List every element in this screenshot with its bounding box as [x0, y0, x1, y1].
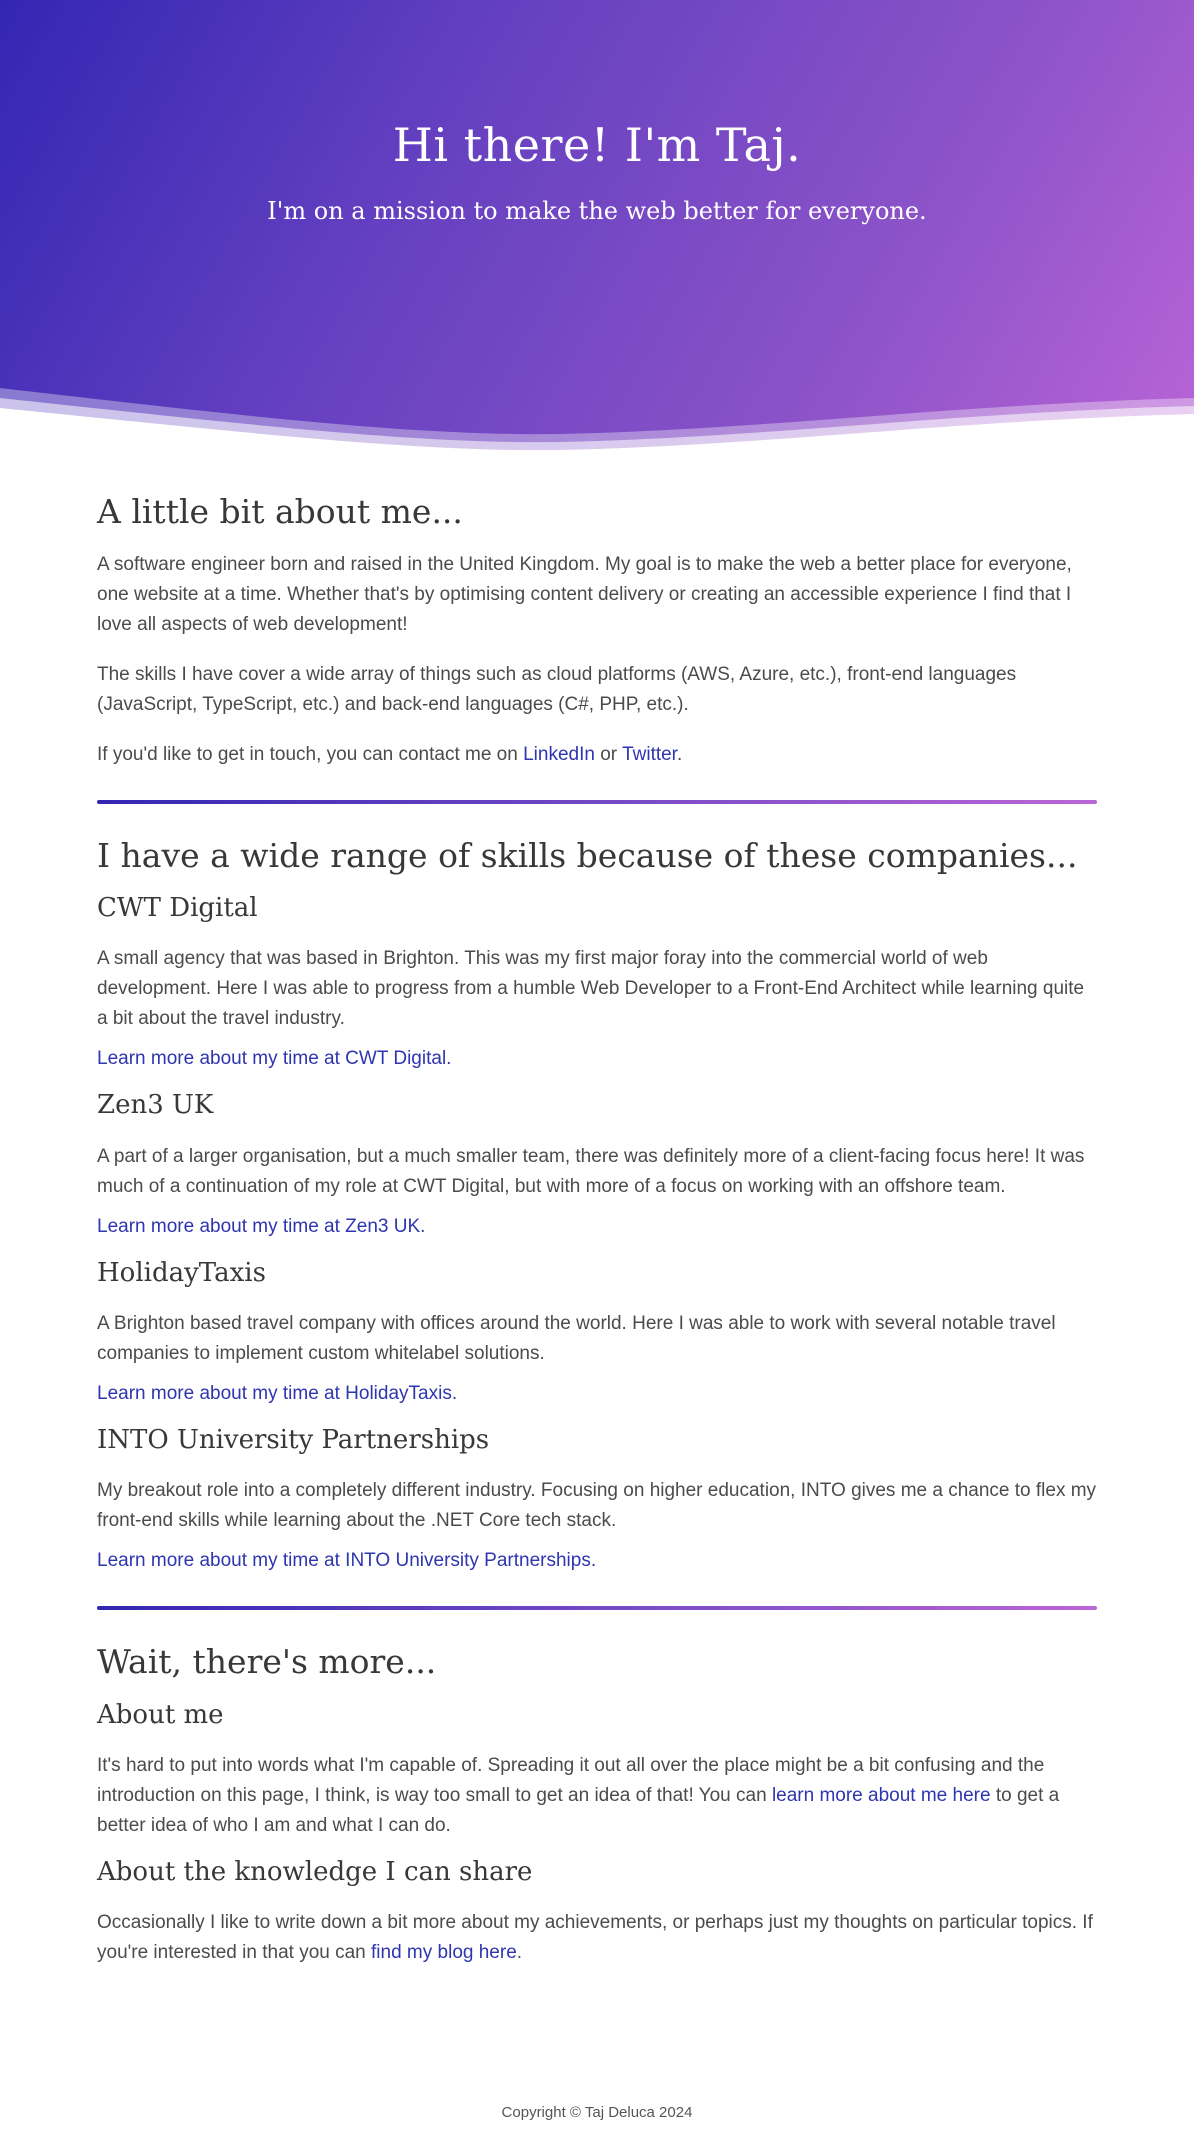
hero-title: Hi there! I'm Taj. [392, 118, 802, 172]
hero-banner: Hi there! I'm Taj. I'm on a mission to m… [0, 0, 1194, 460]
about-paragraph-1: A software engineer born and raised in t… [97, 553, 1072, 635]
knowledge-paragraph: Occasionally I like to write down a bit … [97, 1908, 1097, 1968]
about-paragraph-2: The skills I have cover a wide array of … [97, 663, 1017, 715]
company-cwt-digital: CWT Digital A small agency that was base… [97, 893, 1097, 1074]
about-section: A little bit about me... A software engi… [97, 492, 1097, 770]
company-description: My breakout role into a completely diffe… [97, 1479, 1097, 1531]
company-name: INTO University Partnerships [97, 1424, 490, 1455]
hero-subtitle: I'm on a mission to make the web better … [267, 197, 927, 225]
company-into-university-partnerships: INTO University Partnerships My breakout… [97, 1425, 1097, 1576]
about-me-paragraph: It's hard to put into words what I'm cap… [97, 1751, 1097, 1841]
contact-or: or [594, 743, 623, 765]
copyright-text: Copyright © Taj Deluca 2024 [501, 2104, 693, 2121]
contact-paragraph: If you'd like to get in touch, you can c… [97, 740, 1097, 770]
company-learn-more-link[interactable]: Learn more about my time at CWT Digital. [97, 1048, 451, 1069]
company-learn-more-link[interactable]: Learn more about my time at HolidayTaxis… [97, 1383, 457, 1404]
learn-more-about-me-link[interactable]: learn more about me here [772, 1785, 991, 1806]
section-divider [97, 1605, 1097, 1610]
more-heading: Wait, there's more... [97, 1641, 437, 1681]
knowledge-text: Occasionally I like to write down a bit … [97, 1911, 1093, 1963]
company-name: Zen3 UK [97, 1090, 214, 1121]
company-learn-more-link[interactable]: Learn more about my time at INTO Univers… [97, 1550, 596, 1571]
company-description: A Brighton based travel company with off… [97, 1312, 1056, 1364]
companies-heading: I have a wide range of skills because of… [97, 835, 1078, 875]
footer: Copyright © Taj Deluca 2024 [0, 2104, 1194, 2121]
section-divider [97, 799, 1097, 804]
blog-link[interactable]: find my blog here [371, 1942, 517, 1963]
twitter-link[interactable]: Twitter [622, 744, 677, 765]
about-heading: A little bit about me... [97, 492, 463, 531]
linkedin-link[interactable]: LinkedIn [523, 744, 595, 765]
contact-prefix: If you'd like to get in touch, you can c… [97, 743, 524, 765]
company-learn-more-link[interactable]: Learn more about my time at Zen3 UK. [97, 1216, 425, 1237]
company-name: HolidayTaxis [97, 1257, 266, 1288]
company-zen3-uk: Zen3 UK A part of a larger organisation,… [97, 1090, 1097, 1241]
main-content: A little bit about me... A software engi… [97, 492, 1097, 1968]
hero-wave [0, 388, 1194, 460]
company-holidaytaxis: HolidayTaxis A Brighton based travel com… [97, 1258, 1097, 1409]
company-name: CWT Digital [97, 893, 258, 924]
more-section: Wait, there's more... About me It's hard… [97, 1642, 1097, 1968]
contact-suffix: . [676, 743, 683, 765]
knowledge-heading: About the knowledge I can share [97, 1856, 533, 1887]
company-description: A small agency that was based in Brighto… [97, 948, 1085, 1030]
knowledge-text-end: . [516, 1941, 523, 1963]
company-description: A part of a larger organisation, but a m… [97, 1145, 1085, 1197]
about-me-heading: About me [97, 1699, 224, 1730]
companies-section: I have a wide range of skills because of… [97, 836, 1097, 1576]
